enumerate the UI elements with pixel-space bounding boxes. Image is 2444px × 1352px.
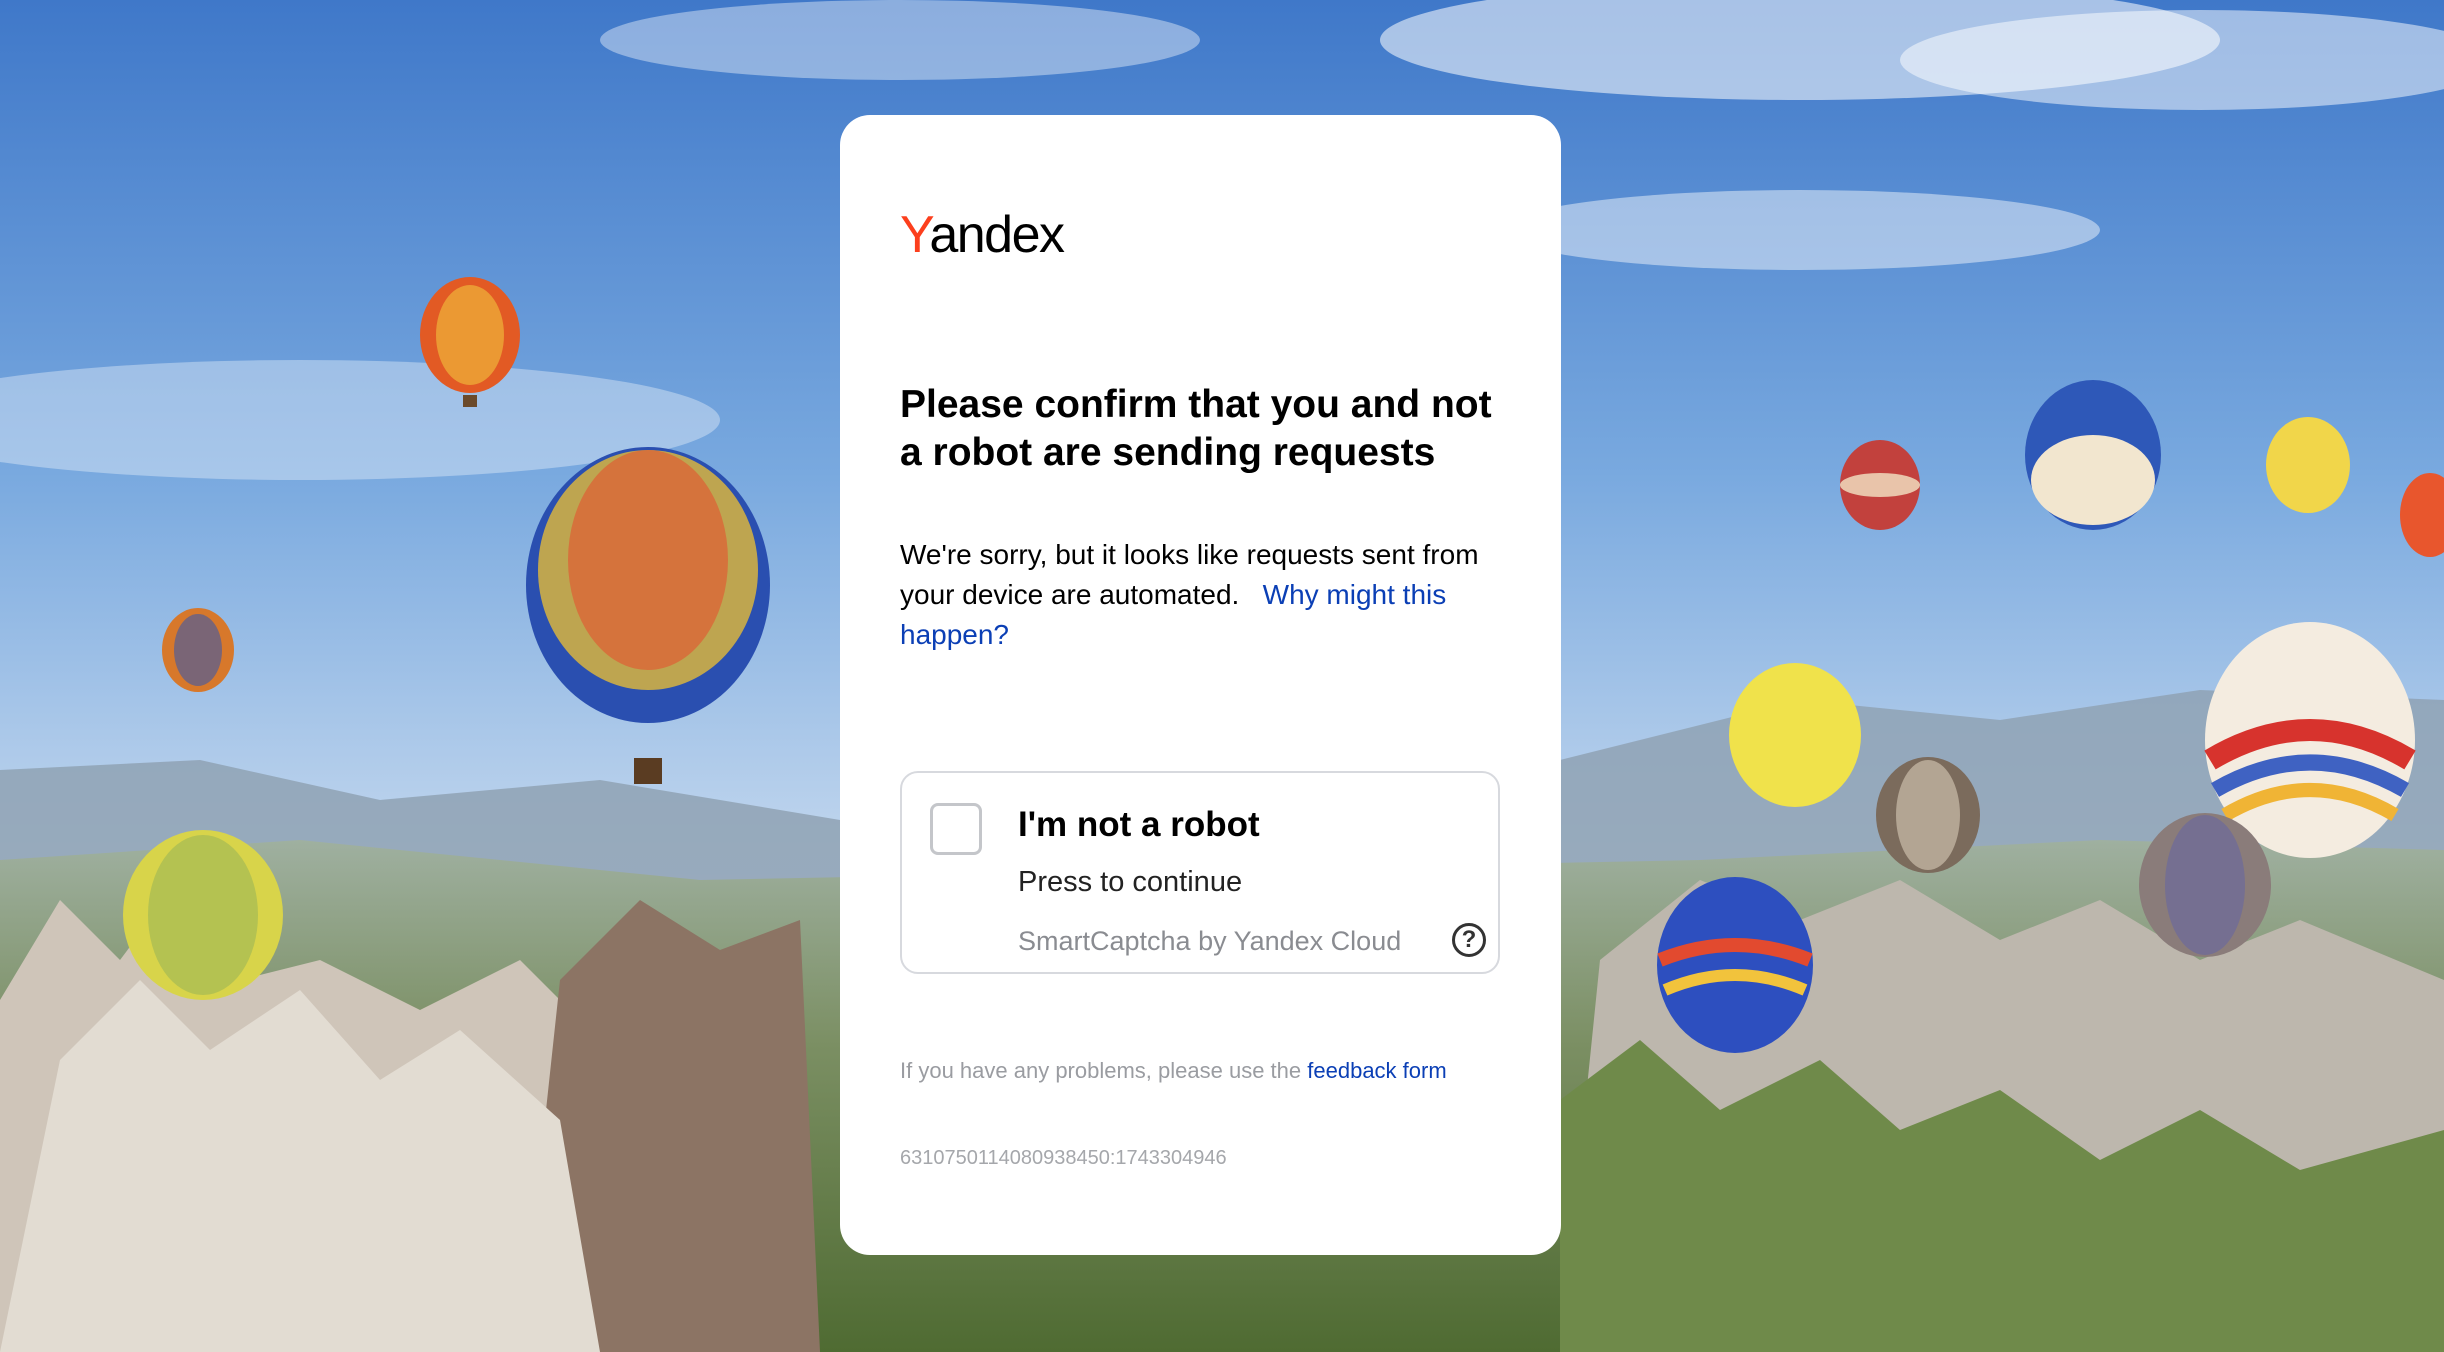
feedback-form-link[interactable]: feedback form: [1307, 1058, 1446, 1083]
captcha-card: Yandex Please confirm that you and not a…: [840, 115, 1561, 1255]
captcha-subtitle: Press to continue: [1018, 866, 1243, 898]
help-icon[interactable]: ?: [1452, 923, 1486, 957]
description: We're sorry, but it looks like requests …: [900, 535, 1520, 655]
request-id: 6310750114080938450:1743304946: [900, 1147, 1227, 1169]
captcha-brand: SmartCaptcha by Yandex Cloud: [1018, 926, 1402, 956]
feedback-text: If you have any problems, please use the: [900, 1058, 1302, 1083]
feedback-note: If you have any problems, please use the…: [900, 1054, 1500, 1087]
captcha-title: I'm not a robot: [1018, 805, 1260, 844]
smartcaptcha-widget[interactable]: I'm not a robot Press to continue SmartC…: [900, 771, 1500, 974]
not-a-robot-checkbox[interactable]: [930, 803, 982, 855]
page-title: Please confirm that you and not a robot …: [900, 383, 1492, 474]
yandex-logo: Yandex: [900, 206, 1065, 264]
